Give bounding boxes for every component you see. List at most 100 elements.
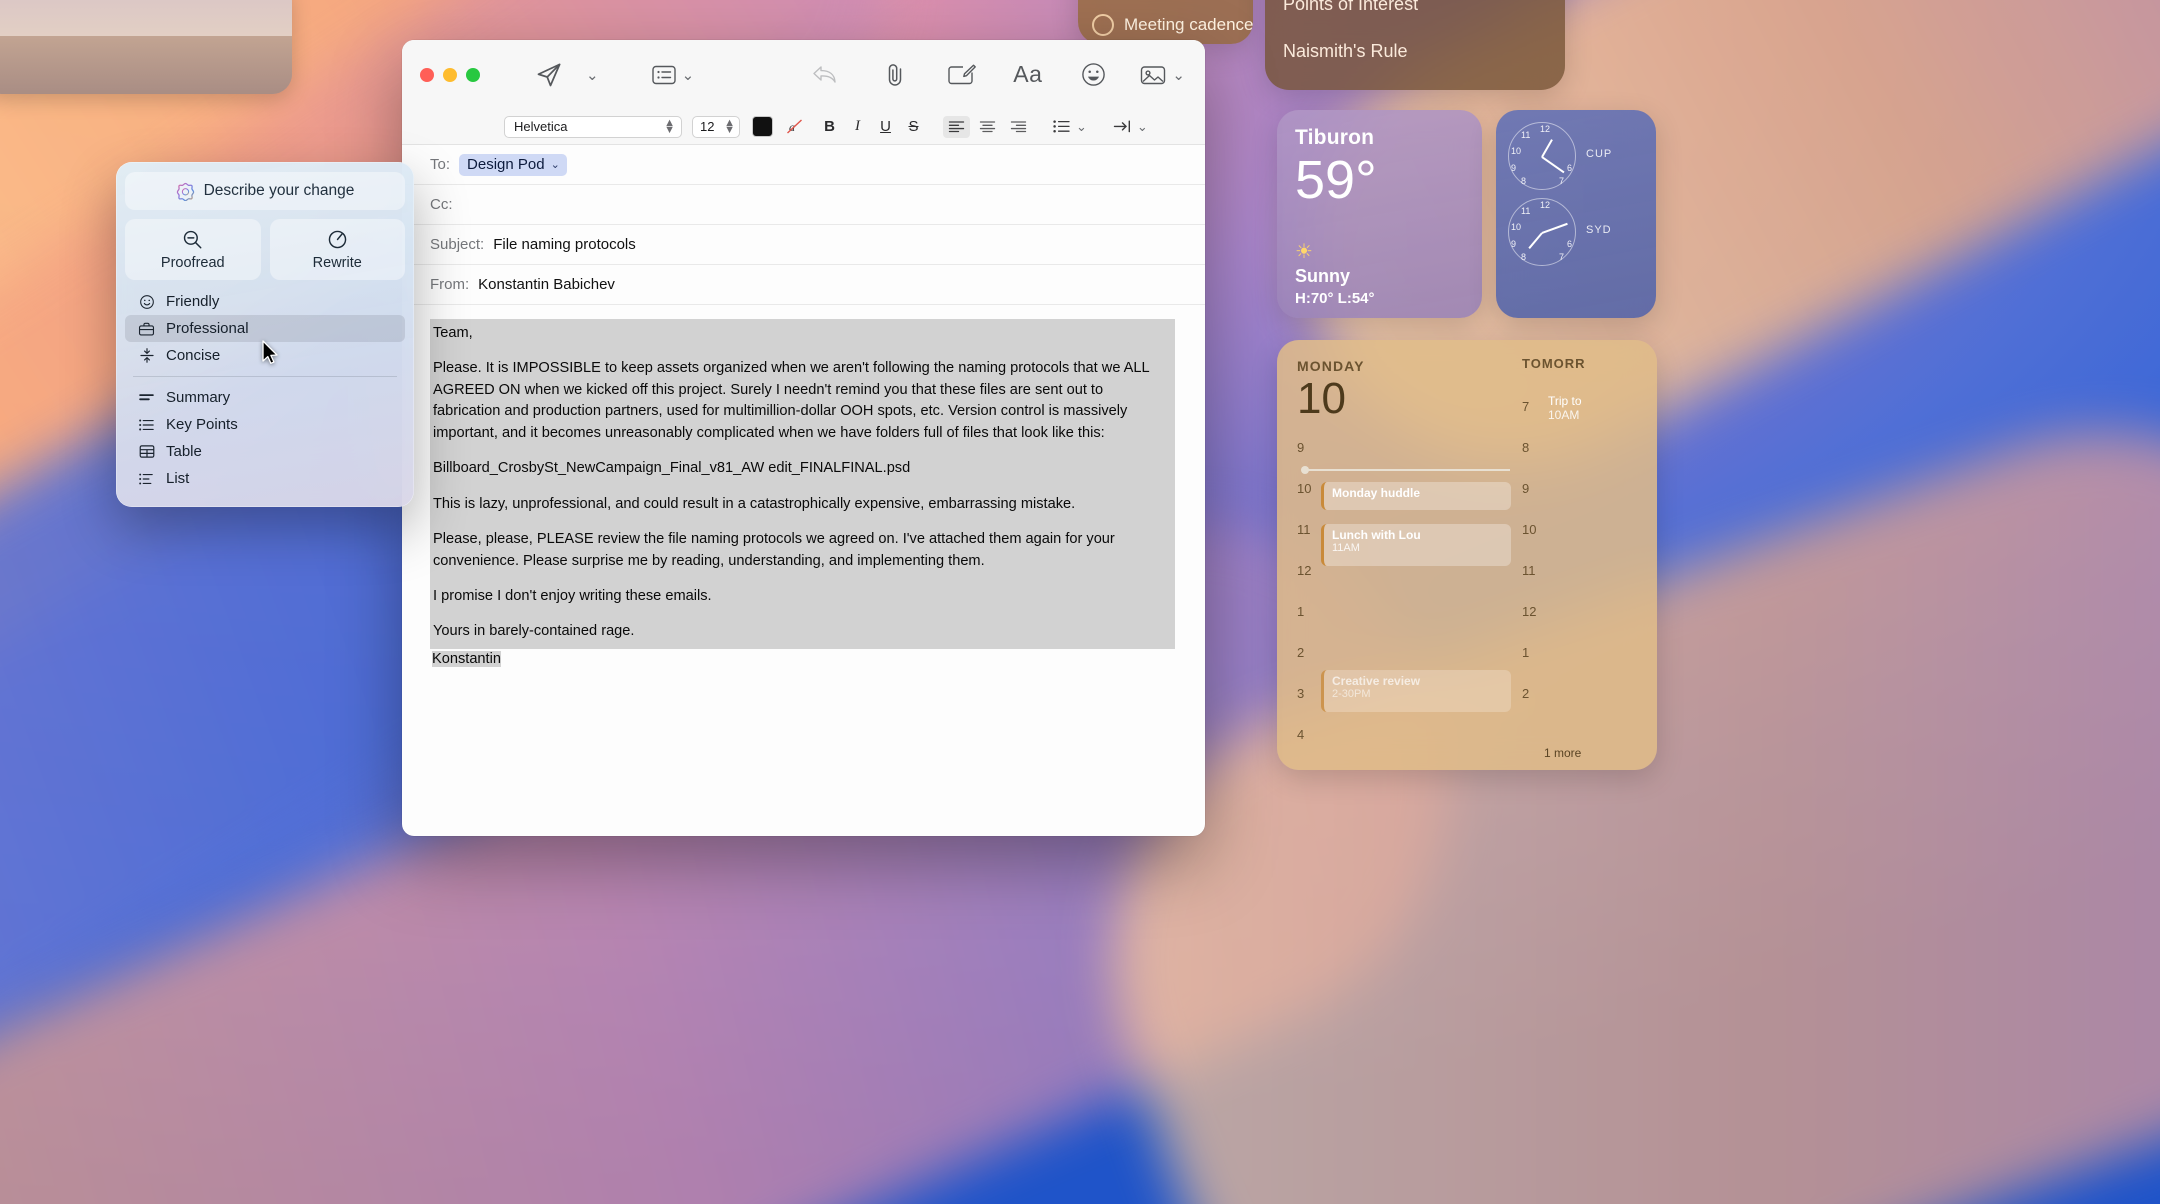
photos-button[interactable]	[1139, 63, 1167, 87]
markup-button[interactable]	[947, 63, 977, 87]
recipient-chevron-down-icon[interactable]: ⌄	[551, 158, 560, 171]
calendar-event[interactable]: Monday huddle	[1321, 482, 1511, 510]
indent-group[interactable]: ⌄	[1113, 119, 1148, 135]
clock-num: 7	[1559, 252, 1564, 262]
menu-item-friendly[interactable]: Friendly	[125, 288, 405, 315]
clock-num: 9	[1511, 163, 1516, 173]
widget-world-clock[interactable]: 12 11 10 9 8 7 6 CUP 12 11 10 9 8 7 6	[1496, 110, 1656, 318]
menu-item-list[interactable]: List	[125, 465, 405, 492]
clock-hour-hand	[1541, 139, 1553, 157]
strikethrough-button[interactable]: S	[906, 118, 921, 135]
menu-item-professional[interactable]: Professional	[125, 315, 405, 342]
recipient-token-design-pod[interactable]: Design Pod ⌄	[459, 154, 567, 176]
bold-button[interactable]: B	[822, 118, 837, 135]
align-left-icon	[948, 120, 965, 133]
send-paper-plane-icon	[534, 60, 564, 90]
body-paragraph-4: I promise I don't enjoy writing these em…	[430, 586, 1175, 607]
body-signature: Konstantin	[432, 649, 1175, 670]
indent-chevron-down-icon[interactable]: ⌄	[1137, 119, 1148, 135]
selected-text-block[interactable]: Team, Please. It is IMPOSSIBLE to keep a…	[430, 319, 1175, 649]
stationery-button[interactable]	[651, 64, 677, 86]
sun-icon: ☀	[1295, 239, 1482, 264]
align-center-button[interactable]	[974, 116, 1001, 138]
widget-reminders[interactable]: Points of Interest Naismith's Rule	[1265, 0, 1565, 90]
meeting-cadence-label: Meeting cadence	[1124, 15, 1253, 35]
menu-item-label: Friendly	[166, 293, 219, 310]
font-family-value: Helvetica	[514, 119, 567, 134]
font-size-select[interactable]: 12 ▲▼	[692, 116, 740, 138]
menu-item-concise[interactable]: Concise	[125, 342, 405, 369]
stationery-options-chevron-icon[interactable]: ⌄	[682, 66, 695, 84]
menu-item-label: Concise	[166, 347, 220, 364]
font-size-stepper-icon[interactable]: ▲▼	[724, 120, 735, 134]
attach-button[interactable]	[883, 62, 907, 88]
stationery-list-icon	[651, 64, 677, 86]
rewrite-label: Rewrite	[313, 255, 362, 271]
minimize-window-button[interactable]	[443, 68, 457, 82]
menu-item-table[interactable]: Table	[125, 438, 405, 465]
emoji-button[interactable]	[1080, 61, 1107, 88]
widget-meeting-cadence[interactable]: Meeting cadence	[1078, 0, 1253, 44]
reminder-item-naismith[interactable]: Naismith's Rule	[1283, 41, 1565, 62]
text-color-swatch[interactable]	[752, 116, 773, 137]
clock-minute-hand	[1542, 156, 1565, 173]
cc-field-row[interactable]: Cc:	[402, 185, 1205, 225]
calendar-hour: 2	[1522, 686, 1657, 727]
calendar-more-label[interactable]: 1 more	[1544, 746, 1581, 760]
to-field-row[interactable]: To: Design Pod ⌄	[402, 145, 1205, 185]
widget-weather[interactable]: Tiburon 59° ☀ Sunny H:70° L:54°	[1277, 110, 1482, 318]
clock-minute-hand	[1542, 223, 1568, 234]
font-family-stepper-icon[interactable]: ▲▼	[664, 120, 675, 134]
reply-button[interactable]	[811, 63, 839, 87]
from-field-row[interactable]: From: Konstantin Babichev	[402, 265, 1205, 305]
writing-tools-popover: Describe your change Proofread Rewrite	[116, 162, 414, 507]
zoom-window-button[interactable]	[466, 68, 480, 82]
send-button[interactable]	[534, 60, 564, 90]
send-options-chevron-icon[interactable]: ⌄	[586, 66, 599, 84]
body-filename-example: Billboard_CrosbySt_NewCampaign_Final_v81…	[430, 458, 1175, 479]
describe-change-input[interactable]: Describe your change	[125, 172, 405, 210]
weather-condition: Sunny	[1295, 266, 1482, 287]
calendar-tomorrow-label: TOMORR	[1522, 356, 1657, 371]
font-family-select[interactable]: Helvetica ▲▼	[504, 116, 682, 138]
photo-ground	[0, 36, 292, 94]
underline-button[interactable]: U	[878, 118, 893, 135]
body-paragraph-1: Please. It is IMPOSSIBLE to keep assets …	[430, 358, 1175, 444]
highlight-a-icon: a	[785, 117, 804, 136]
italic-button[interactable]: I	[850, 118, 865, 135]
reminder-item-poi[interactable]: Points of Interest	[1283, 0, 1565, 15]
subject-field-row[interactable]: Subject: File naming protocols	[402, 225, 1205, 265]
weather-temperature: 59°	[1295, 152, 1482, 209]
calendar-event[interactable]: Lunch with Lou 11AM	[1321, 524, 1511, 566]
list-chevron-down-icon[interactable]: ⌄	[1076, 119, 1087, 135]
align-left-button[interactable]	[943, 116, 970, 138]
widget-calendar[interactable]: MONDAY 10 9 10 11 12 1 2 3 4 Monday hudd…	[1277, 340, 1657, 770]
calendar-event-title: Monday huddle	[1332, 486, 1503, 500]
rewrite-button[interactable]: Rewrite	[270, 219, 406, 280]
calendar-hour: 9	[1297, 440, 1527, 481]
proofread-button[interactable]: Proofread	[125, 219, 261, 280]
photo-widget[interactable]	[0, 0, 292, 94]
list-group[interactable]: ⌄	[1052, 119, 1087, 135]
body-greeting: Team,	[430, 323, 1175, 344]
menu-item-key-points[interactable]: Key Points	[125, 411, 405, 438]
key-points-icon	[137, 418, 156, 432]
calendar-hour: 10	[1522, 522, 1657, 563]
reply-arrow-icon	[811, 63, 839, 87]
photo-options-chevron-icon[interactable]: ⌄	[1172, 66, 1185, 84]
mail-body[interactable]: Team, Please. It is IMPOSSIBLE to keep a…	[402, 305, 1205, 836]
calendar-event[interactable]: Creative review 2-30PM	[1321, 670, 1511, 712]
close-window-button[interactable]	[420, 68, 434, 82]
align-right-button[interactable]	[1005, 116, 1032, 138]
format-font-button[interactable]: Aa	[1013, 61, 1042, 88]
bulleted-list-icon	[1052, 119, 1071, 134]
weather-high-low: H:70° L:54°	[1295, 290, 1482, 307]
menu-item-summary[interactable]: Summary	[125, 384, 405, 411]
signature-text: Konstantin	[432, 651, 501, 667]
list-icon	[137, 472, 156, 486]
calendar-tomorrow-event[interactable]: Trip to 10AM	[1548, 394, 1582, 422]
calendar-event-time: 10AM	[1548, 408, 1582, 422]
reminder-circle-icon[interactable]	[1092, 14, 1114, 36]
highlight-button[interactable]: a	[782, 116, 806, 138]
subject-label: Subject:	[430, 236, 484, 253]
